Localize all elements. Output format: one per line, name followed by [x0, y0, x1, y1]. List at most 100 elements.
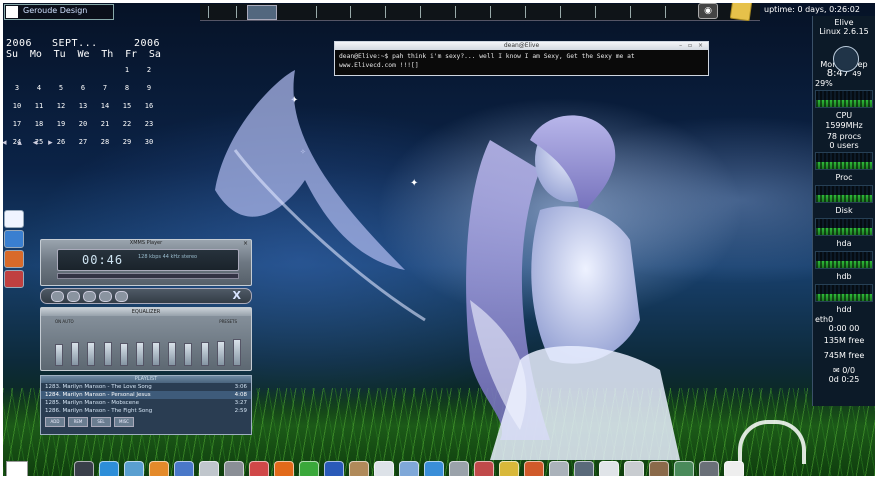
playlist-button[interactable]: REM [68, 417, 88, 427]
vlc-icon[interactable] [149, 461, 169, 479]
equalizer-slider[interactable] [184, 343, 193, 366]
playlist-item[interactable]: 1283. Marilyn Manson - The Love Song 3:06 [41, 383, 251, 391]
show-desktop-icon[interactable] [6, 461, 28, 479]
calendar-day[interactable] [94, 64, 116, 76]
window-controls[interactable]: – ▫ × [679, 42, 705, 50]
globe-icon[interactable] [4, 230, 24, 248]
home-icon[interactable] [124, 461, 144, 479]
lightbulb-icon[interactable] [724, 461, 744, 479]
equalizer-slider[interactable] [216, 340, 225, 366]
calendar-day[interactable]: 8 [116, 82, 138, 94]
xmms-seek-bar[interactable] [57, 273, 239, 279]
xmms-controls[interactable]: X [40, 288, 252, 304]
tool-icon[interactable] [4, 270, 24, 288]
xmms-playlist[interactable]: PLAYLIST 1283. Marilyn Manson - The Love… [40, 375, 252, 435]
xmms-main-window[interactable]: XMMS Player × 00:46 128 kbps 44 kHz ster… [40, 239, 252, 286]
calendar-day[interactable]: 27 [72, 136, 94, 148]
media-icon[interactable] [474, 461, 494, 479]
search-icon[interactable] [574, 461, 594, 479]
calendar-day[interactable]: 4 [28, 82, 50, 94]
calendar-day[interactable]: 19 [50, 118, 72, 130]
calendar-day[interactable]: 30 [138, 136, 160, 148]
equalizer-slider[interactable] [55, 344, 63, 366]
calendar-day[interactable]: 2 [138, 64, 160, 76]
package-icon[interactable] [349, 461, 369, 479]
radio-icon[interactable] [524, 461, 544, 479]
camera-icon[interactable] [249, 461, 269, 479]
equalizer-slider[interactable] [119, 343, 128, 366]
disc-icon[interactable] [374, 461, 394, 479]
playlist-button[interactable]: ADD [45, 417, 65, 427]
next-icon[interactable] [115, 291, 128, 302]
trash-icon[interactable] [699, 461, 719, 479]
equalizer-sliders[interactable] [55, 330, 241, 366]
playlist-item[interactable]: 1285. Marilyn Manson - Mobscene 3:27 [41, 399, 251, 407]
calendar-day[interactable] [28, 64, 50, 76]
terminal-icon[interactable] [74, 461, 94, 479]
game-icon[interactable] [299, 461, 319, 479]
calendar-day[interactable]: 17 [6, 118, 28, 130]
equalizer-slider[interactable] [71, 342, 80, 366]
window-icon[interactable] [4, 210, 24, 228]
equalizer-slider[interactable] [152, 341, 161, 366]
playlist-item[interactable]: 1284. Marilyn Manson - Personal Jesus 4:0… [41, 391, 251, 399]
calendar-day[interactable] [6, 64, 28, 76]
calendar-day[interactable]: 28 [94, 136, 116, 148]
calendar-day[interactable]: 6 [72, 82, 94, 94]
pause-icon[interactable] [83, 291, 96, 302]
firefox-icon[interactable] [274, 461, 294, 479]
calendar-day[interactable]: 9 [138, 82, 160, 94]
calendar-day[interactable]: 1 [116, 64, 138, 76]
equalizer-slider[interactable] [103, 342, 112, 366]
globe-icon[interactable] [99, 461, 119, 479]
tools-icon[interactable] [649, 461, 669, 479]
torrent-icon[interactable] [324, 461, 344, 479]
taskbar[interactable] [200, 4, 760, 21]
desktop-logo-badge[interactable]: Geroude Design [4, 4, 114, 20]
notes-icon[interactable] [729, 0, 753, 22]
calendar-day[interactable]: 16 [138, 100, 160, 112]
calendar-day[interactable] [50, 64, 72, 76]
equalizer-slider[interactable] [135, 342, 144, 366]
calendar-day[interactable]: 21 [94, 118, 116, 130]
terminal-titlebar[interactable]: dean@Elive – ▫ × [335, 42, 708, 50]
mail-icon[interactable] [399, 461, 419, 479]
calendar-day[interactable]: 15 [116, 100, 138, 112]
previous-icon[interactable] [51, 291, 64, 302]
playlist-button[interactable]: MISC [114, 417, 134, 427]
close-icon[interactable]: × [243, 240, 248, 247]
play-icon[interactable] [67, 291, 80, 302]
calendar-day[interactable]: 12 [50, 100, 72, 112]
calendar-day[interactable]: 13 [72, 100, 94, 112]
calendar-day[interactable]: 18 [28, 118, 50, 130]
camera-icon[interactable]: ◉ [698, 3, 718, 19]
taskbar-window-thumbnail[interactable] [247, 5, 277, 20]
calendar-day[interactable]: 23 [138, 118, 160, 130]
calendar-day[interactable]: 20 [72, 118, 94, 130]
folder-icon[interactable] [174, 461, 194, 479]
xmms-equalizer[interactable]: EQUALIZER ON AUTO PRESETS [40, 307, 252, 371]
image-icon[interactable] [199, 461, 219, 479]
printer-icon[interactable] [549, 461, 569, 479]
browser-icon[interactable] [499, 461, 519, 479]
equalizer-slider[interactable] [233, 338, 241, 366]
calendar-day[interactable] [72, 64, 94, 76]
equalizer-slider[interactable] [168, 342, 177, 366]
calendar-day[interactable]: 22 [116, 118, 138, 130]
stop-icon[interactable] [99, 291, 112, 302]
calendar-day[interactable]: 3 [6, 82, 28, 94]
xmms-player[interactable]: XMMS Player × 00:46 128 kbps 44 kHz ster… [40, 239, 252, 435]
equalizer-toggles[interactable]: ON AUTO [55, 319, 74, 324]
calendar-day[interactable]: 11 [28, 100, 50, 112]
equalizer-presets[interactable]: PRESETS [219, 319, 237, 324]
screenshot-icon[interactable] [599, 461, 619, 479]
scanner-icon[interactable] [624, 461, 644, 479]
calendar-day[interactable]: 7 [94, 82, 116, 94]
equalizer-slider[interactable] [200, 342, 209, 366]
calendar-day[interactable]: 14 [94, 100, 116, 112]
terminal-output[interactable]: dean@Elive:~$ pah think i'm sexy?... wel… [335, 50, 708, 72]
monitor-icon[interactable] [224, 461, 244, 479]
messenger-icon[interactable] [424, 461, 444, 479]
playlist-button[interactable]: SEL [91, 417, 111, 427]
network-icon[interactable] [674, 461, 694, 479]
